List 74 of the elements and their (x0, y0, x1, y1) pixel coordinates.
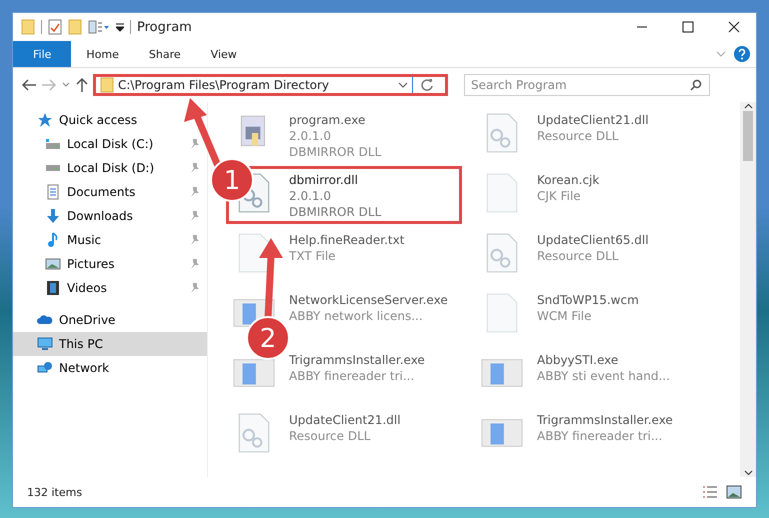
scroll-down-icon[interactable] (744, 468, 752, 477)
picture-icon (45, 256, 61, 272)
close-icon[interactable] (728, 21, 740, 33)
drive-icon (45, 138, 61, 150)
file-detail: DBMIRROR DLL (289, 204, 382, 220)
caret-icon[interactable] (398, 81, 408, 89)
item-count: 132 items (27, 486, 82, 498)
ribbon-tab[interactable]: File (13, 41, 72, 67)
file-detail: ABBY finereader tri... (537, 428, 664, 444)
file-name: SndToWP15.wcm (537, 292, 639, 308)
drive-icon (45, 162, 61, 174)
sidebar-item[interactable]: Documents (13, 180, 207, 204)
sidebar-item[interactable]: Quick access (13, 108, 207, 132)
ribbon-tab[interactable]: View (196, 41, 252, 67)
search-icon[interactable] (690, 79, 702, 91)
details-view-icon[interactable] (702, 485, 718, 499)
file-detail: DBMIRROR DLL (289, 144, 382, 160)
file-detail: Resource DLL (537, 128, 620, 144)
step-badge (246, 316, 290, 360)
file-name: UpdateClient21.dll (289, 412, 401, 428)
search-field[interactable]: Search Program (464, 74, 710, 96)
sidebar-item[interactable]: Local Disk (D:) (13, 156, 207, 180)
file-name: Korean.cjk (537, 172, 600, 188)
file-name: TrigrammsInstaller.exe (289, 352, 425, 368)
file-name: UpdateClient65.dll (537, 232, 649, 248)
monitor-icon (37, 336, 53, 352)
file-name: AbbyySTI.exe (537, 352, 620, 368)
sidebar-item[interactable]: Videos (13, 276, 207, 300)
down-arrow-icon (45, 208, 61, 224)
file-name: Help.fineReader.txt (289, 232, 404, 248)
dropdown-icon[interactable] (116, 22, 124, 32)
ribbon-tab[interactable]: Home (71, 41, 134, 67)
file-name: dbmirror.dll (289, 172, 359, 188)
step-number: 2 (260, 324, 276, 354)
minimize-icon[interactable] (636, 26, 648, 28)
file-detail: WCM File (537, 308, 592, 324)
layout-icon[interactable] (88, 19, 110, 35)
file-detail: CJK File (537, 188, 582, 204)
recent-dropdown-icon[interactable] (61, 81, 71, 89)
file-detail: Resource DLL (289, 428, 372, 444)
thumbnail-view-icon[interactable] (726, 485, 742, 499)
scroll-up-icon[interactable] (744, 102, 752, 111)
sidebar-item[interactable]: This PC (13, 332, 207, 356)
sidebar-item[interactable]: Music (13, 228, 207, 252)
address-bar[interactable]: C:\Program Files\Program Directory (93, 74, 448, 96)
file-name: NetworkLicenseServer.exe (289, 292, 448, 308)
window-title: Program (137, 20, 192, 34)
up-icon[interactable] (75, 77, 89, 93)
file-name: TrigrammsInstaller.exe (537, 412, 673, 428)
sidebar-item[interactable]: Downloads (13, 204, 207, 228)
document-icon (45, 184, 61, 200)
star-icon (37, 112, 53, 128)
annotation-arrow (184, 98, 222, 168)
file-detail: Resource DLL (537, 248, 620, 264)
properties-icon[interactable] (48, 19, 62, 35)
step-number: 1 (224, 166, 240, 196)
help-icon[interactable] (734, 46, 750, 62)
file-detail: 2.0.1.0 (289, 188, 332, 204)
sidebar-item[interactable]: Local Disk (C:) (13, 132, 207, 156)
sidebar-item[interactable]: OneDrive (13, 308, 207, 332)
sidebar-item[interactable]: Network (13, 356, 207, 380)
sidebar-item[interactable]: Pictures (13, 252, 207, 276)
maximize-icon[interactable] (682, 21, 694, 33)
file-detail: ABBY network licens... (289, 308, 424, 324)
file-detail: TXT File (289, 248, 337, 264)
file-name: program.exe (289, 112, 366, 128)
file-name: UpdateClient21.dll (537, 112, 649, 128)
file-detail: ABBY finereader tri... (289, 368, 416, 384)
back-icon[interactable] (21, 78, 37, 92)
ribbon-tab[interactable]: Share (134, 41, 196, 67)
film-icon (45, 280, 61, 296)
file-detail: 2.0.1.0 (289, 128, 332, 144)
scrollbar-thumb[interactable] (743, 111, 753, 161)
file-detail: ABBY sti event hand... (537, 368, 670, 384)
